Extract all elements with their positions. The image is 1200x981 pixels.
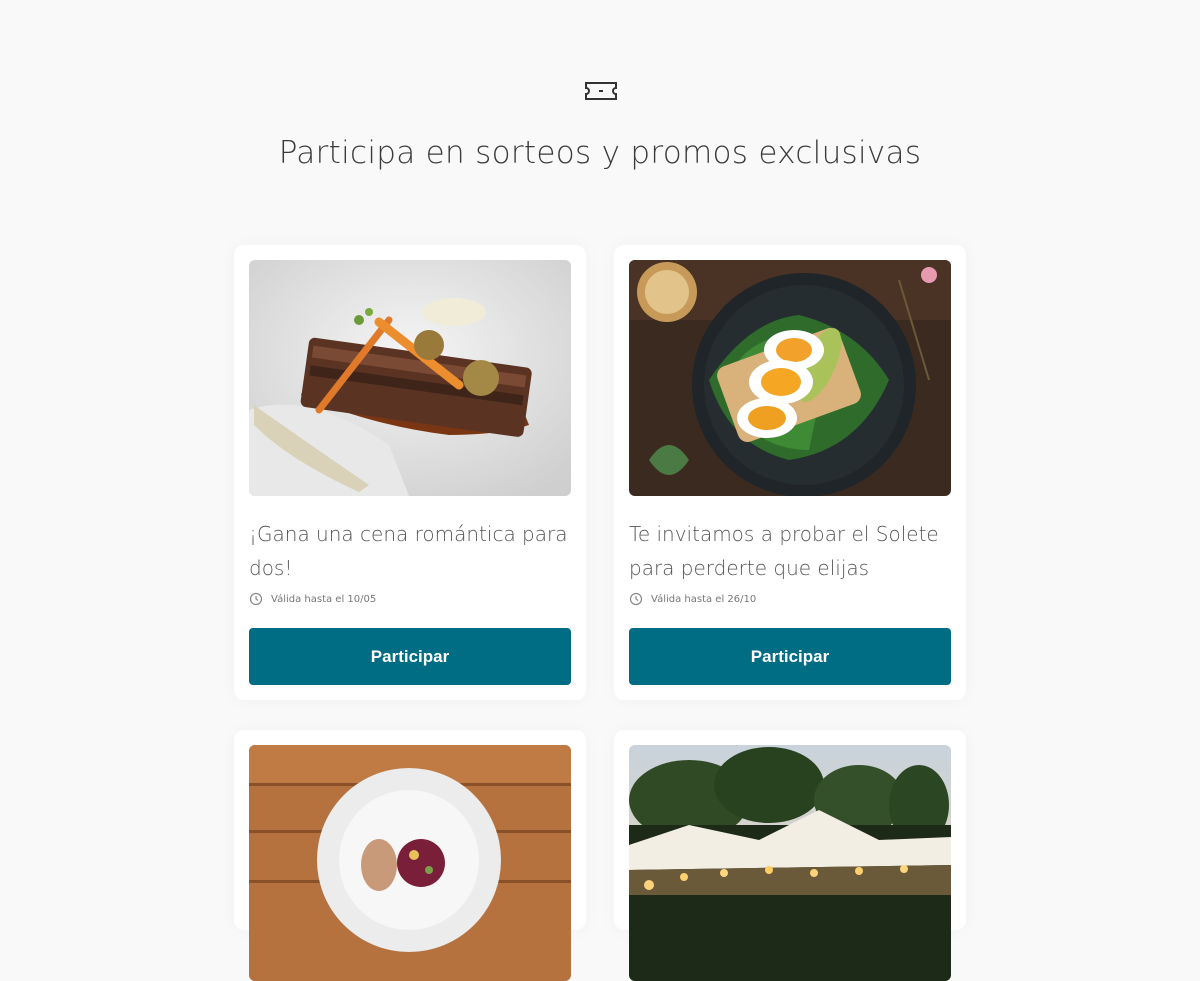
promo-image bbox=[629, 745, 951, 981]
participate-button[interactable]: Participar bbox=[249, 628, 571, 685]
page-title: Participa en sorteos y promos exclusivas bbox=[278, 135, 922, 171]
ticket-icon bbox=[585, 82, 617, 100]
promo-date: Válida hasta el 10/05 bbox=[271, 593, 377, 605]
promo-card bbox=[234, 730, 586, 981]
promo-image bbox=[249, 260, 571, 496]
promo-date: Válida hasta el 26/10 bbox=[651, 593, 757, 605]
promo-validity: Válida hasta el 10/05 bbox=[249, 591, 376, 607]
promo-image bbox=[629, 260, 951, 496]
promo-card: Te invitamos a probar el Solete para per… bbox=[614, 245, 966, 700]
promo-card: ¡Gana una cena romántica para dos! Válid… bbox=[234, 245, 586, 700]
promo-card bbox=[614, 730, 966, 981]
promo-validity: Válida hasta el 26/10 bbox=[629, 591, 756, 607]
clock-icon bbox=[249, 592, 263, 606]
promo-title: ¡Gana una cena romántica para dos! bbox=[249, 522, 568, 580]
promo-image bbox=[249, 745, 571, 981]
promo-title: Te invitamos a probar el Solete para per… bbox=[629, 522, 939, 580]
participate-button[interactable]: Participar bbox=[629, 628, 951, 685]
clock-icon bbox=[629, 592, 643, 606]
